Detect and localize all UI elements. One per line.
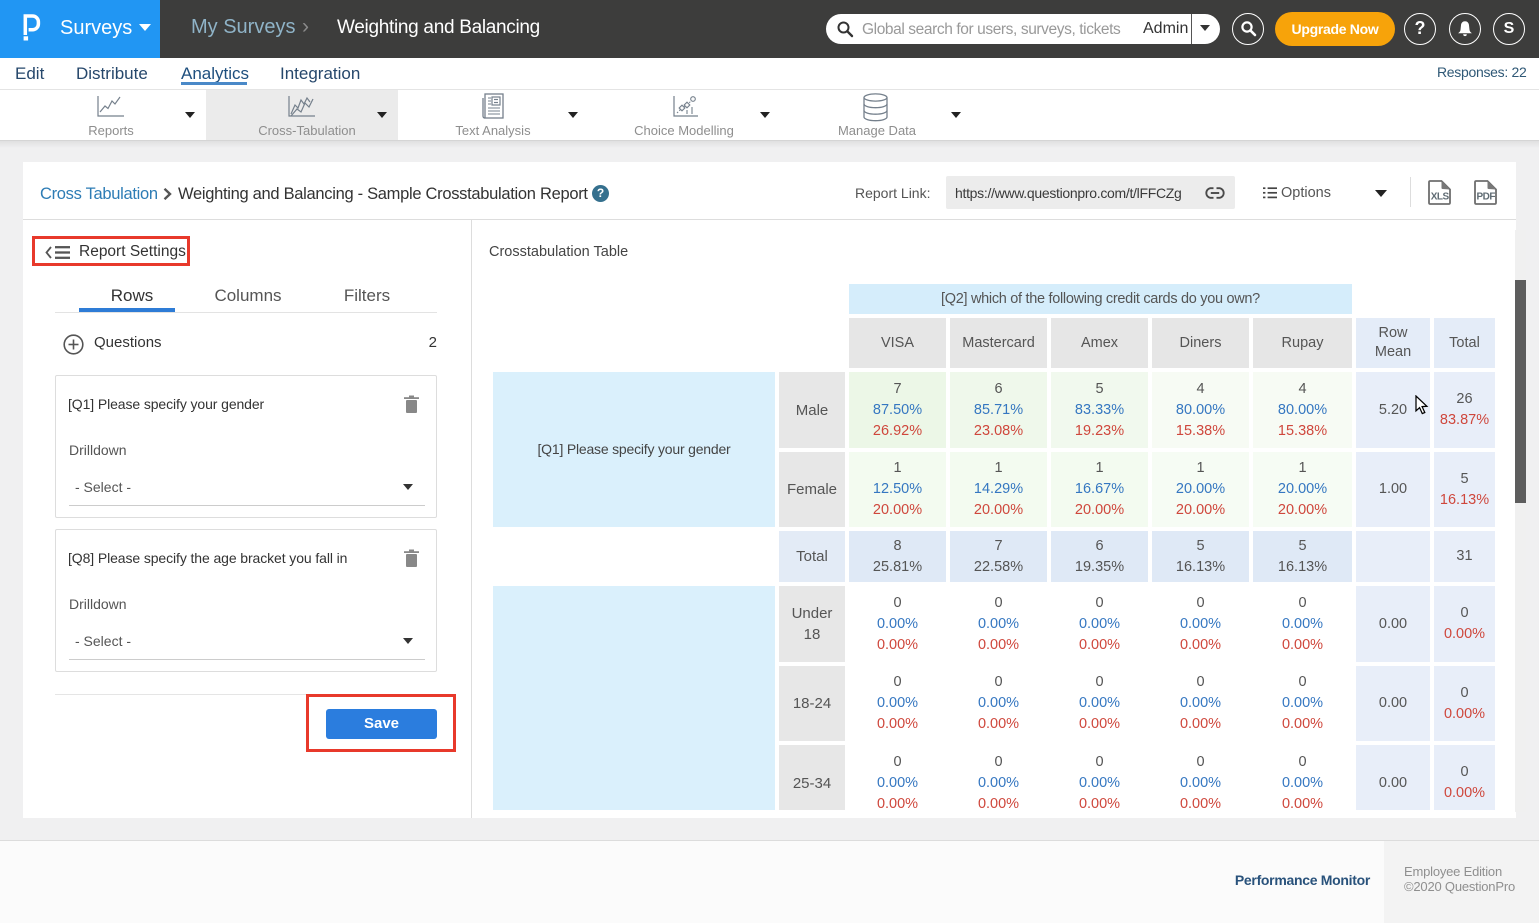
svg-text:PDF: PDF (1476, 192, 1495, 203)
svg-text:XLS: XLS (1431, 192, 1450, 203)
